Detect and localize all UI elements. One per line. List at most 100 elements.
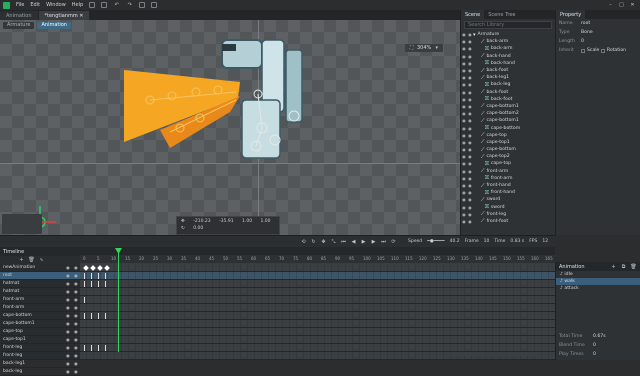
lock-icon[interactable]: ● xyxy=(467,61,473,66)
minimize-icon[interactable]: – xyxy=(607,2,614,9)
tree-item[interactable]: ● ● ⟋ front-hand xyxy=(461,182,555,189)
keyframe[interactable] xyxy=(105,281,106,287)
scale-y[interactable]: 1.00 xyxy=(261,219,275,225)
tree-item[interactable]: ● ● ⟋ front-foot xyxy=(461,218,555,225)
lock-icon[interactable]: ● xyxy=(467,118,473,123)
track-visible-icon[interactable]: ● xyxy=(64,329,72,334)
tree-item[interactable]: ● ● ⟋ cape-bottom2 xyxy=(461,110,555,117)
timeline-track[interactable] xyxy=(80,312,555,320)
animation-item[interactable]: ♪ idle xyxy=(556,271,640,278)
chevron-down-icon[interactable]: ▾ xyxy=(433,45,440,52)
keyframe[interactable] xyxy=(91,281,92,287)
timeline-track-row[interactable]: newAnimation ● ● xyxy=(0,264,80,272)
track-visible-icon[interactable]: ● xyxy=(64,281,72,286)
timeline-track-row[interactable]: front-leg ● ● xyxy=(0,344,80,352)
lock-icon[interactable]: ● xyxy=(467,197,473,202)
prev-frame-icon[interactable]: ◀ xyxy=(350,238,357,245)
lock-icon[interactable]: ● xyxy=(467,190,473,195)
track-lock-icon[interactable]: ● xyxy=(72,281,80,286)
keyframe[interactable] xyxy=(105,313,106,319)
import-icon[interactable] xyxy=(139,2,146,8)
timeline-track-row[interactable]: hatmat ● ● xyxy=(0,288,80,296)
tree-item[interactable]: ● ● ⟋ back-arm xyxy=(461,38,555,45)
tree-item[interactable]: ● ● ⟋ back-leg1 xyxy=(461,74,555,81)
armature-mode-button[interactable]: Armature xyxy=(3,21,35,29)
timeline-track-row[interactable]: root ● ● xyxy=(0,272,80,280)
menu-file[interactable]: File xyxy=(16,2,24,8)
tree-item[interactable]: ● ● ⟋ front-arm xyxy=(461,168,555,175)
timeline-track-row[interactable]: front-leg ● ● xyxy=(0,352,80,360)
play-times-field[interactable]: 0 xyxy=(593,352,596,357)
timeline-track-row[interactable]: hatmat ● ● xyxy=(0,280,80,288)
tree-item[interactable]: ● ● ⟋ back-foot xyxy=(461,89,555,96)
track-lock-icon[interactable]: ● xyxy=(72,305,80,310)
track-lock-icon[interactable]: ● xyxy=(72,353,80,358)
timeline-track[interactable] xyxy=(80,328,555,336)
timeline-track-row[interactable]: cape-top ● ● xyxy=(0,328,80,336)
add-icon[interactable]: + xyxy=(18,257,25,264)
fps-value[interactable]: 12 xyxy=(542,239,548,244)
timeline-track-area[interactable] xyxy=(80,264,555,360)
keyframe[interactable] xyxy=(98,313,99,319)
lock-icon[interactable]: ● xyxy=(467,133,473,138)
scale-x[interactable]: 1.00 xyxy=(242,219,256,225)
tree-item[interactable]: ● ● ⛝ sword xyxy=(461,204,555,211)
lock-icon[interactable]: ● xyxy=(467,169,473,174)
nav-pad[interactable] xyxy=(2,214,42,234)
speed-slider[interactable]: ━●━━━━ xyxy=(427,239,444,244)
track-lock-icon[interactable]: ● xyxy=(72,337,80,342)
lock-icon[interactable]: ● xyxy=(467,68,473,73)
tree-item[interactable]: ● ● ⛝ back-hand xyxy=(461,60,555,67)
track-visible-icon[interactable]: ● xyxy=(64,265,72,270)
keyframe[interactable] xyxy=(84,297,85,303)
speed-value[interactable]: 40.2 xyxy=(450,239,460,244)
tree-item[interactable]: ● ● ⛝ front-hand xyxy=(461,189,555,196)
inherit-rotation-checkbox[interactable] xyxy=(600,48,605,53)
tree-item[interactable]: ● ● ⟋ cape-bottom1 xyxy=(461,117,555,124)
track-lock-icon[interactable]: ● xyxy=(72,345,80,350)
timeline-scrollbar[interactable] xyxy=(450,352,540,356)
timeline-track[interactable] xyxy=(80,304,555,312)
lock-icon[interactable]: ● xyxy=(467,39,473,44)
zoom-control[interactable]: ⛶ 304% ▾ xyxy=(405,44,444,52)
keyframe[interactable] xyxy=(98,281,99,287)
timeline-track-row[interactable]: cape-bottom1 ● ● xyxy=(0,320,80,328)
track-lock-icon[interactable]: ● xyxy=(72,313,80,318)
lock-icon[interactable]: ● xyxy=(467,97,473,102)
timeline-track-row[interactable]: back-leg1 ● ● xyxy=(0,360,80,368)
track-visible-icon[interactable]: ● xyxy=(64,305,72,310)
tree-item[interactable]: ● ● ▾ Armature xyxy=(461,31,555,38)
lock-icon[interactable]: ● xyxy=(467,126,473,131)
delete-animation-icon[interactable]: 🗑 xyxy=(630,263,637,270)
lock-icon[interactable]: ● xyxy=(467,154,473,159)
tab-scene-tree[interactable]: Scene Tree xyxy=(484,10,519,19)
pos-y[interactable]: -35.91 xyxy=(219,219,238,225)
track-visible-icon[interactable]: ● xyxy=(64,273,72,278)
keyframe[interactable] xyxy=(84,273,85,279)
character-figure[interactable] xyxy=(0,20,460,235)
tree-item[interactable]: ● ● ⛝ back-foot xyxy=(461,96,555,103)
tab-scene[interactable]: Scene xyxy=(461,10,485,19)
timeline-track-row[interactable]: cape-top1 ● ● xyxy=(0,336,80,344)
fit-icon[interactable]: ⛶ xyxy=(408,45,415,52)
keyframe[interactable] xyxy=(105,273,106,279)
animation-item[interactable]: ♪ walk xyxy=(556,278,640,285)
frame-value[interactable]: 10 xyxy=(484,239,490,244)
close-icon[interactable]: ✕ xyxy=(629,2,636,9)
add-animation-icon[interactable]: + xyxy=(610,263,617,270)
lock-icon[interactable]: ● xyxy=(467,212,473,217)
lock-icon[interactable]: ● xyxy=(467,82,473,87)
track-visible-icon[interactable]: ● xyxy=(64,313,72,318)
lock-icon[interactable]: ● xyxy=(467,90,473,95)
pos-x[interactable]: -210.23 xyxy=(193,219,215,225)
lock-icon[interactable]: ● xyxy=(467,183,473,188)
menu-edit[interactable]: Edit xyxy=(30,2,40,8)
animation-item[interactable]: ♪ attack xyxy=(556,285,640,292)
timeline-track-row[interactable]: front-arm ● ● xyxy=(0,304,80,312)
track-visible-icon[interactable]: ● xyxy=(64,369,72,374)
copy-animation-icon[interactable]: ⧉ xyxy=(620,263,627,270)
inherit-scale-checkbox[interactable] xyxy=(581,48,585,53)
tree-item[interactable]: ● ● ⟋ front-leg xyxy=(461,211,555,218)
track-lock-icon[interactable]: ● xyxy=(72,329,80,334)
lock-icon[interactable]: ● xyxy=(467,205,473,210)
